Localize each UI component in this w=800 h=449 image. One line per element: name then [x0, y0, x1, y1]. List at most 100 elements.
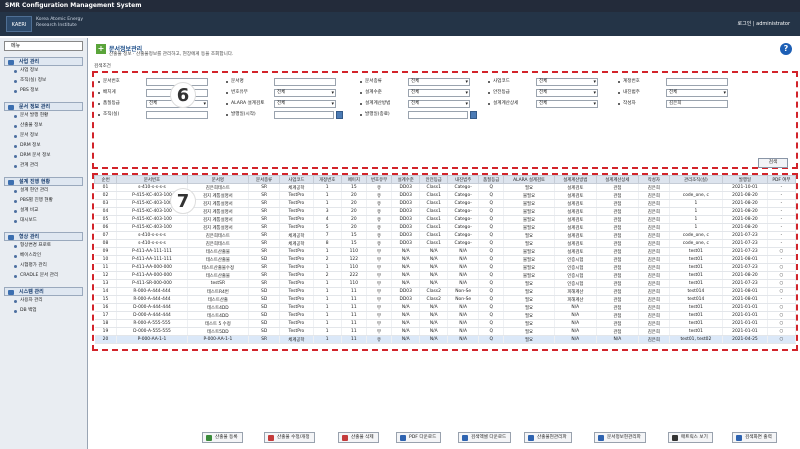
column-header[interactable]: 순번 [94, 175, 118, 184]
column-header[interactable]: 번호유무 [365, 175, 393, 184]
filter-select[interactable]: 전체 [274, 100, 336, 108]
toolbar-button[interactable]: 검색엑셀 다운로드 [458, 432, 512, 443]
filter-select[interactable]: 전체 [408, 89, 470, 97]
column-header[interactable]: 안전등급 [419, 175, 449, 184]
table-cell: 1 [313, 287, 342, 296]
table-row[interactable]: 07 s-410-s-s-s-s 김은희테스트 SR 체계공학 7 15 유 DD03 Class… [94, 231, 796, 240]
toolbar-button[interactable]: 산출물 수정/개정 [264, 432, 315, 443]
filter-input[interactable]: 김은희 [666, 100, 728, 108]
column-header[interactable]: 문서명 [186, 175, 250, 184]
login-user[interactable]: 로그인 | administrator [738, 20, 790, 27]
sidebar-item[interactable]: 설계 비교 [4, 206, 83, 216]
sidebar-group-header[interactable]: 시스템 관리 [4, 287, 83, 296]
table-cell: 설계검토 [554, 223, 597, 232]
sidebar-item[interactable]: 산출물 정보 [4, 121, 83, 131]
table-cell: P-411-AA-111-111 [116, 255, 188, 264]
sidebar-item[interactable]: DRM 정보 [4, 141, 83, 151]
filter-input[interactable] [274, 78, 336, 86]
column-header[interactable]: ALARA 설계검토 [503, 175, 555, 184]
toolbar-button[interactable]: 문서정보현관리파 [594, 432, 646, 443]
filter-select[interactable]: 전체 [408, 78, 470, 86]
table-row[interactable]: 02 P-415-KC-403-100 검지 계통설명서 SR TestPro 1 20 유 D… [94, 191, 796, 200]
table-row[interactable]: 01 s-410-s-s-s-s 김은희테스트 SR 체계공학 1 15 유 DD03 Class… [94, 183, 796, 192]
sidebar-item[interactable]: 사용자 관리 [4, 296, 83, 306]
column-header[interactable]: 문서번호 [116, 175, 188, 184]
table-cell: 110 [341, 279, 367, 288]
calendar-icon[interactable] [336, 111, 343, 119]
sidebar-item[interactable]: CRADLE 문서 관리 [4, 271, 83, 281]
filter-input[interactable] [146, 111, 208, 119]
column-header[interactable]: 설계수준 [391, 175, 421, 184]
column-header[interactable]: 내진범주 [447, 175, 480, 184]
sidebar-item[interactable]: PBS 정보 [4, 86, 83, 96]
table-cell: P-000-AA-1-1 [187, 335, 250, 344]
table-row[interactable]: 11 P-411-AA-000-000 테스트산출물수정 SR TestPro 1 110 무… [94, 263, 796, 272]
toolbar-button[interactable]: 산출물 삭제 [338, 432, 379, 443]
table-row[interactable]: 05 P-415-KC-403-100 검지 계통설명서 SR TestPro 4 20 유 D… [94, 215, 796, 224]
table-row[interactable]: 12 P-411-AA-000-000 테스트산출물 SR TestPro 2 222 무 N/… [94, 271, 796, 280]
column-header[interactable]: 설계계산상세 [595, 175, 639, 184]
column-header[interactable]: 설계계산방법 [553, 175, 597, 184]
sidebar-group-header[interactable]: 문서 정보 관리 [4, 102, 83, 111]
toolbar-button[interactable]: PDF 다운로드 [396, 432, 442, 443]
sidebar-group-header[interactable]: 사업 관리 [4, 57, 83, 66]
sidebar-item[interactable]: DB 백업 [4, 306, 83, 316]
table-row[interactable]: 13 P-411-SR-000-000 testSR SR TestPro 1 110 무 N/… [94, 279, 796, 288]
search-button[interactable]: 검색 [758, 158, 788, 168]
column-header[interactable]: 문서종류 [248, 175, 281, 184]
table-row[interactable]: 17 D-000-A-444-444 테스트4DD SD TestPro 1 11 무 N/A N… [94, 311, 796, 320]
column-header[interactable]: 페이지 [340, 175, 367, 184]
filter-input[interactable] [408, 111, 468, 119]
sidebar-item[interactable]: 대시보드 [4, 216, 83, 226]
sidebar-group-header[interactable]: 설계 진행 현황 [4, 177, 83, 186]
help-icon[interactable]: ? [780, 43, 792, 55]
table-row[interactable]: 20 P-000-AA-1-1 P-000-AA-1-1 SR 체계공학 1 11 유 N/A N… [94, 335, 796, 344]
filter-select[interactable]: 전체 [666, 89, 728, 97]
sidebar-item[interactable]: PBS별 진행 현황 [4, 196, 83, 206]
sidebar-item[interactable]: 관계 관리 [4, 161, 83, 171]
filter-input[interactable] [274, 111, 334, 119]
toolbar-button[interactable]: 매트릭스 보기 [668, 432, 713, 443]
sidebar-item[interactable]: 문서 발행 현황 [4, 111, 83, 121]
table-cell: 18 [94, 319, 118, 328]
table-row[interactable]: 04 P-415-KC-403-100 검지 계통설명서 SR TestPro 3 20 유 D… [94, 207, 796, 216]
toolbar-button[interactable]: 산출물현관리파 [524, 432, 572, 443]
filter-select[interactable]: 전체 [536, 89, 598, 97]
table-row[interactable]: 19 D-000-A-555-555 테스트5DD SD TestPro 1 11 무 N/A N… [94, 327, 796, 336]
filter-select[interactable]: 전체 [536, 78, 598, 86]
table-row[interactable]: 15 R-000-A-444-444 테스트산출 SD TestPro 1 11 무 DD03 C… [94, 295, 796, 304]
column-header[interactable]: 발행일 [722, 175, 768, 184]
table-cell: 1 [313, 311, 342, 320]
column-header[interactable]: 품질등급 [478, 175, 505, 184]
column-header[interactable]: PDF 여부 [766, 175, 796, 184]
table-row[interactable]: 03 P-415-KC-403-100 검지 계통설명서 SR TestPro 1 20 유 D… [94, 199, 796, 208]
sidebar-group-header[interactable]: 형상 관리 [4, 232, 83, 241]
table-row[interactable]: 18 R-000-A-555-555 테스트 5 수정 SD TestPro 1 11 무 N/… [94, 319, 796, 328]
table-row[interactable]: 16 D-000-A-444-444 테스트4DD SD TestPro 1 11 무 N/A N… [94, 303, 796, 312]
sidebar-item[interactable]: 사업 정보 [4, 66, 83, 76]
filter-select[interactable]: 전체 [274, 89, 336, 97]
table-row[interactable]: 10 P-411-AA-111-111 테스트산출물 SD TestPro 2 122 무 N/… [94, 255, 796, 264]
column-header[interactable]: 사업코드 [279, 175, 314, 184]
sidebar-item[interactable]: 조직(실) 정보 [4, 76, 83, 86]
column-header[interactable]: 작성자 [637, 175, 670, 184]
table-row[interactable]: 09 P-411-AA-111-111 테스트산출물 SR TestPro 1 110 무 N/… [94, 247, 796, 256]
sidebar-item[interactable]: 베이스라인 [4, 251, 83, 261]
filter-select[interactable]: 전체 [536, 100, 598, 108]
table-row[interactable]: 14 R-000-A-444-444 테스트R4번 SD TestPro 1 11 무 DD03… [94, 287, 796, 296]
filter-input[interactable] [666, 78, 728, 86]
filter-select[interactable]: 전체 [408, 100, 470, 108]
calendar-icon[interactable] [470, 111, 477, 119]
table-row[interactable]: 08 s-410-s-s-s-s 김은희테스트 SR 체계공학 8 15 유 DD03 Class… [94, 239, 796, 248]
toolbar-button[interactable]: 산출물 등록 [202, 432, 243, 443]
column-header[interactable]: 관리조직(실) [668, 175, 724, 184]
table-cell: DD03 [391, 287, 421, 296]
sidebar-item[interactable]: 문서 정보 [4, 131, 83, 141]
sidebar-item[interactable]: 형상변경 프로토 [4, 241, 83, 251]
sidebar-item[interactable]: DRM 문서 정보 [4, 151, 83, 161]
sidebar-item[interactable]: 시험평가 관리 [4, 261, 83, 271]
table-row[interactable]: 06 P-415-KC-403-100 검지 계통설명서 SR TestPro 5 20 유 D… [94, 223, 796, 232]
toolbar-button[interactable]: 검색화면 출력 [732, 432, 777, 443]
sidebar-item[interactable]: 설계 현안 관리 [4, 186, 83, 196]
column-header[interactable]: 개정번호 [312, 175, 342, 184]
